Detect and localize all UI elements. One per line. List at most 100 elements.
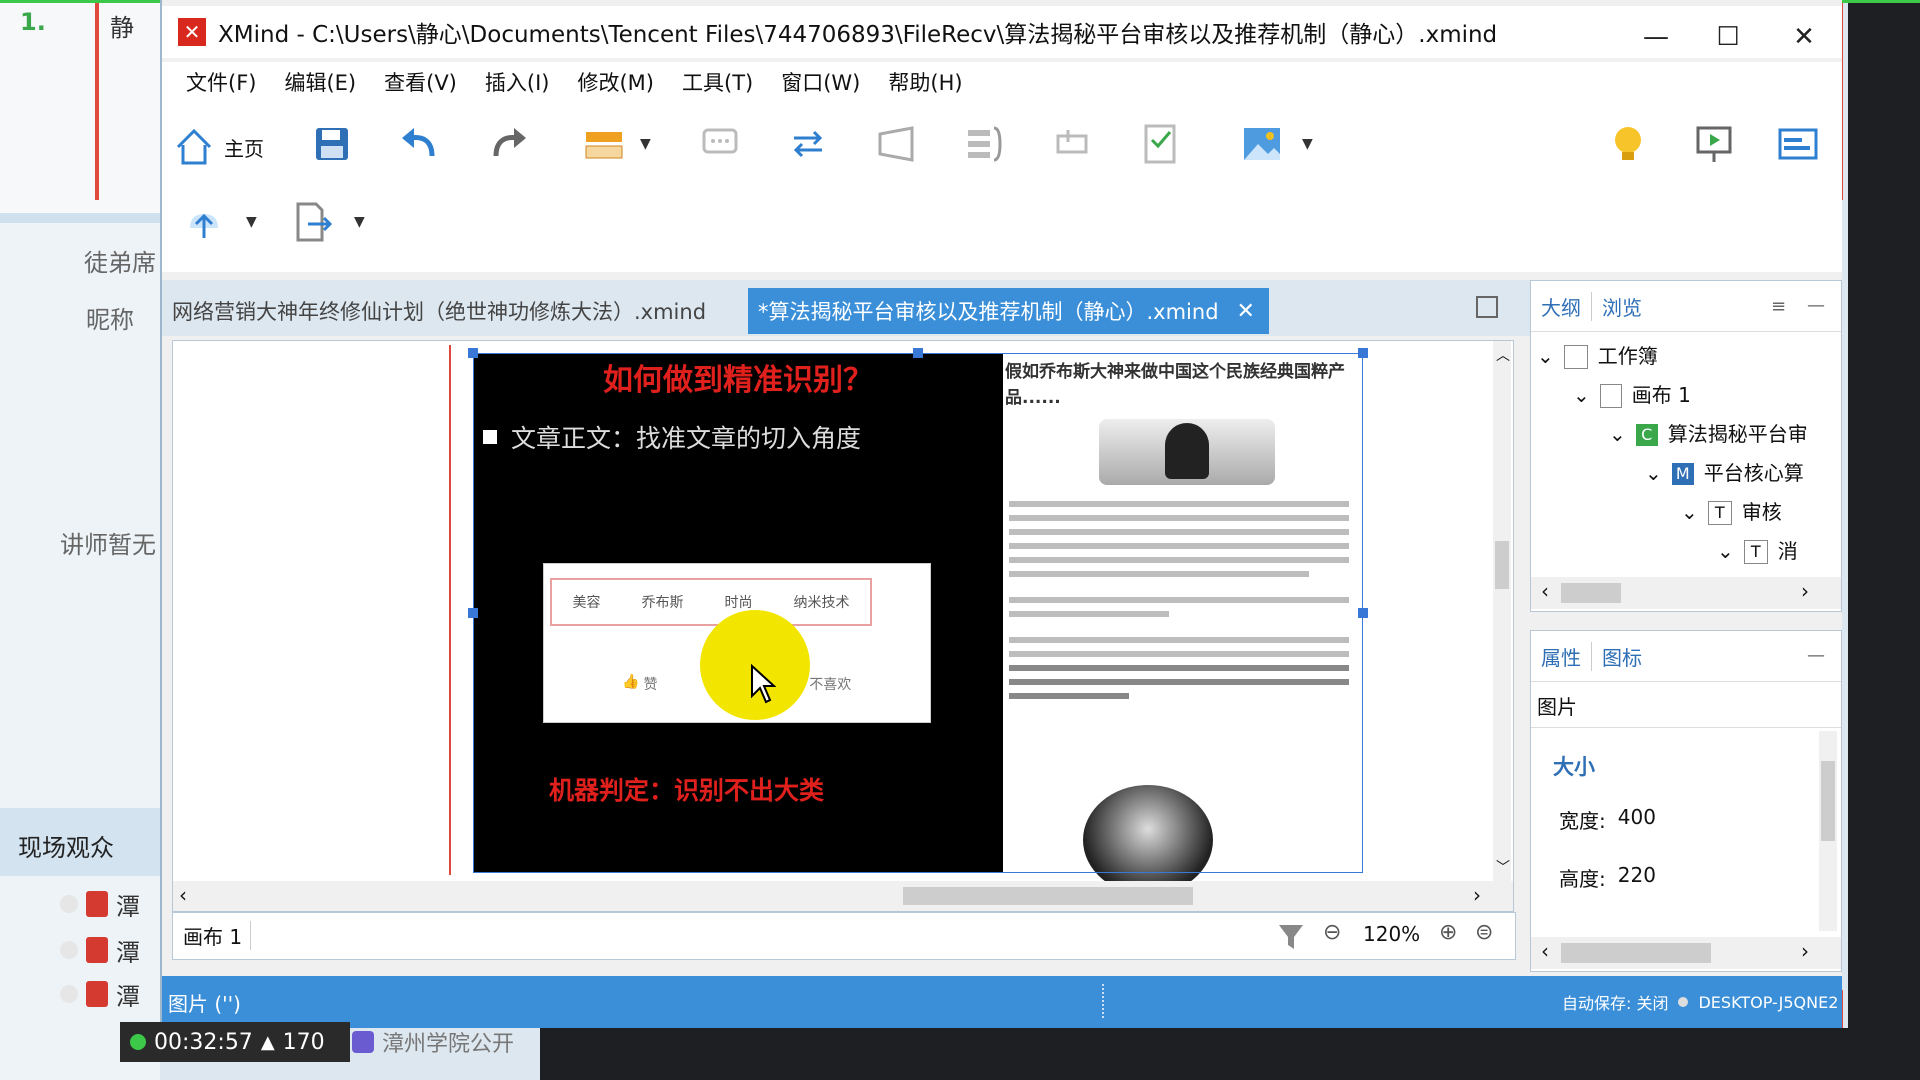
outline-hscrollbar[interactable]: ‹ › xyxy=(1531,577,1841,609)
height-value[interactable]: 220 xyxy=(1618,863,1656,892)
zoom-in-icon[interactable]: ⊕ xyxy=(1439,920,1457,945)
title-bar[interactable]: ✕ XMind - C:\Users\静心\Documents\Tencent … xyxy=(162,6,1842,58)
resize-handle[interactable] xyxy=(913,348,923,358)
menu-window[interactable]: 窗口(W) xyxy=(767,67,874,97)
scroll-up-icon[interactable]: ︿ xyxy=(1496,345,1510,365)
scroll-thumb[interactable] xyxy=(903,887,1193,905)
undo-button[interactable] xyxy=(398,122,442,166)
background-dark-region xyxy=(540,1028,1850,1080)
minimize-panel-icon[interactable]: — xyxy=(1807,295,1825,316)
close-tab-icon[interactable]: ✕ xyxy=(1237,299,1255,324)
menu-insert[interactable]: 插入(I) xyxy=(471,67,564,97)
task-button[interactable] xyxy=(1138,122,1182,166)
resize-handle[interactable] xyxy=(1358,348,1368,358)
brainstorm-button[interactable] xyxy=(1606,122,1650,166)
scroll-thumb[interactable] xyxy=(1495,541,1509,589)
presentation-icon xyxy=(1696,126,1732,162)
resize-handle[interactable] xyxy=(1358,608,1368,618)
chevron-down-icon[interactable]: ⌄ xyxy=(1537,337,1554,376)
zoom-out-icon[interactable]: ⊖ xyxy=(1323,920,1341,945)
export-button[interactable]: ▼ xyxy=(290,200,365,244)
minimize-panel-icon[interactable]: — xyxy=(1807,645,1825,666)
chevron-down-icon[interactable]: ▼ xyxy=(354,214,365,230)
fit-zoom-icon[interactable]: ⊜ xyxy=(1475,920,1493,945)
insert-topic-button[interactable]: ▼ xyxy=(582,122,651,166)
minimize-button[interactable]: — xyxy=(1626,12,1686,62)
tree-item-label: 审核 xyxy=(1741,500,1782,524)
list-item[interactable]: 潭 xyxy=(60,884,160,924)
callout-button[interactable] xyxy=(698,122,742,166)
mindmap-canvas[interactable]: 如何做到精准识别？ 文章正文：找准文章的切入角度 美容 乔布斯 时尚 纳米技术 … xyxy=(172,340,1514,912)
scroll-thumb[interactable] xyxy=(1561,583,1621,603)
marker-button[interactable] xyxy=(1050,122,1094,166)
tab-algorithm-file[interactable]: *算法揭秘平台审核以及推荐机制（静心）.xmind ✕ xyxy=(748,288,1269,334)
tree-item[interactable]: ⌄ 工作簿 xyxy=(1537,337,1808,376)
chevron-down-icon[interactable]: ⌄ xyxy=(1681,493,1698,532)
menu-view[interactable]: 查看(V) xyxy=(370,67,471,97)
home-button[interactable]: 主页 xyxy=(172,122,264,172)
outline-menu-icon[interactable]: ≡ xyxy=(1771,296,1786,317)
resize-handle[interactable] xyxy=(468,348,478,358)
tab-label: 网络营销大神年终修仙计划（绝世神功修炼大法）.xmind xyxy=(172,300,707,324)
tab-icons[interactable]: 图标 xyxy=(1592,642,1652,671)
chevron-down-icon[interactable]: ▼ xyxy=(640,136,651,152)
scroll-thumb[interactable] xyxy=(1561,943,1711,963)
tree-item[interactable]: ⌄ M 平台核心算 xyxy=(1537,454,1808,493)
tab-properties[interactable]: 属性 xyxy=(1531,641,1592,671)
chevron-down-icon[interactable]: ⌄ xyxy=(1717,532,1734,571)
close-button[interactable]: ✕ xyxy=(1774,12,1834,62)
filter-icon[interactable] xyxy=(1277,923,1305,951)
list-item[interactable]: 潭 xyxy=(60,930,160,970)
scroll-down-icon[interactable]: ﹀ xyxy=(1496,857,1510,877)
sheet-tab[interactable]: 画布 1 xyxy=(183,921,252,950)
tab-marketing-file[interactable]: 网络营销大神年终修仙计划（绝世神功修炼大法）.xmind xyxy=(172,288,706,334)
boundary-button[interactable] xyxy=(874,122,918,166)
scroll-left-icon[interactable]: ‹ xyxy=(1541,579,1549,603)
share-button[interactable]: ▼ xyxy=(182,200,257,244)
tree-item[interactable]: ⌄ 画布 1 xyxy=(1537,376,1808,415)
maximize-button[interactable]: ☐ xyxy=(1698,12,1758,62)
chevron-down-icon[interactable]: ⌄ xyxy=(1609,415,1626,454)
menu-edit[interactable]: 编辑(E) xyxy=(270,67,370,97)
chevron-down-icon[interactable]: ⌄ xyxy=(1645,454,1662,493)
horizontal-scrollbar[interactable]: ‹ › xyxy=(173,881,1513,911)
tree-item[interactable]: ⌄ T 审核 xyxy=(1537,493,1808,532)
summary-button[interactable] xyxy=(962,122,1006,166)
tab-browse[interactable]: 浏览 xyxy=(1592,292,1652,321)
save-button[interactable] xyxy=(310,122,354,166)
relationship-button[interactable] xyxy=(786,122,830,166)
insert-image-button[interactable]: ▼ xyxy=(1240,122,1313,166)
toolbar: 主页 ▼ ▼ ▼ ▼ xyxy=(162,102,1842,272)
menu-modify[interactable]: 修改(M) xyxy=(563,67,668,97)
menu-tools[interactable]: 工具(T) xyxy=(668,67,767,97)
chevron-down-icon[interactable]: ▼ xyxy=(246,214,257,230)
selection-frame xyxy=(473,353,1363,873)
tree-item[interactable]: ⌄ T 消 xyxy=(1537,532,1808,571)
vertical-scrollbar[interactable]: ︿ ﹀ xyxy=(1493,341,1511,881)
scroll-left-icon[interactable]: ‹ xyxy=(179,883,187,907)
chevron-down-icon[interactable]: ▼ xyxy=(1302,136,1313,152)
chevron-down-icon[interactable]: ⌄ xyxy=(1573,376,1590,415)
outline-panel: 大纲 浏览 ≡ — ⌄ 工作簿 ⌄ 画布 1 ⌄ C 算法揭秘平台审 ⌄ M 平台核心算 ⌄… xyxy=(1530,280,1842,612)
properties-vscrollbar[interactable] xyxy=(1819,731,1837,931)
menu-file[interactable]: 文件(F) xyxy=(172,67,270,97)
width-value[interactable]: 400 xyxy=(1618,805,1656,834)
scroll-thumb[interactable] xyxy=(1821,761,1835,841)
scroll-left-icon[interactable]: ‹ xyxy=(1541,939,1549,963)
undo-icon xyxy=(402,128,435,157)
autosave-status[interactable]: 自动保存: 关闭 xyxy=(1562,990,1668,1014)
scroll-right-icon[interactable]: › xyxy=(1473,883,1481,907)
restore-editor-icon[interactable] xyxy=(1476,296,1498,318)
tree-item[interactable]: ⌄ C 算法揭秘平台审 xyxy=(1537,415,1808,454)
resize-handle[interactable] xyxy=(468,608,478,618)
properties-hscrollbar[interactable]: ‹ › xyxy=(1531,937,1841,969)
menu-help[interactable]: 帮助(H) xyxy=(874,67,976,97)
scroll-right-icon[interactable]: › xyxy=(1801,939,1809,963)
tab-outline[interactable]: 大纲 xyxy=(1531,291,1592,321)
zoom-level: 120% xyxy=(1363,922,1421,946)
list-item[interactable]: 潭 xyxy=(60,974,160,1014)
layout-button[interactable] xyxy=(1776,122,1820,166)
presentation-button[interactable] xyxy=(1692,122,1736,166)
scroll-right-icon[interactable]: › xyxy=(1801,579,1809,603)
redo-button[interactable] xyxy=(486,122,530,166)
